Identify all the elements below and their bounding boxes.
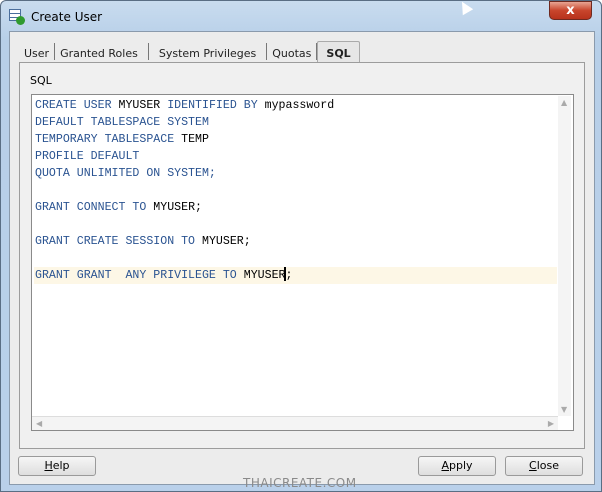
window-close-button[interactable]: x [549, 1, 592, 20]
help-label: elp [52, 459, 70, 472]
app-icon [9, 9, 25, 25]
sql-line [34, 216, 557, 233]
sql-line: PROFILE DEFAULT [34, 148, 557, 165]
close-button[interactable]: Close [505, 456, 583, 476]
sql-line: GRANT CONNECT TO MYUSER; [34, 199, 557, 216]
sql-code[interactable]: CREATE USER MYUSER IDENTIFIED BY mypassw… [34, 97, 557, 284]
sql-line: TEMPORARY TABLESPACE TEMP [34, 131, 557, 148]
sql-line: GRANT CREATE SESSION TO MYUSER; [34, 233, 557, 250]
sql-keyword: GRANT CREATE SESSION TO [35, 235, 202, 248]
tab-user[interactable]: User [19, 43, 56, 60]
sql-identifier: MYUSER; [201, 235, 251, 248]
sql-keyword: QUOTA UNLIMITED ON SYSTEM; [35, 167, 216, 180]
sql-identifier: ; [285, 269, 293, 282]
help-button[interactable]: Help [18, 456, 96, 476]
help-mnemonic: H [44, 459, 53, 472]
tab-granted-roles[interactable]: Granted Roles [55, 43, 149, 60]
sql-identifier: MYUSER; [153, 201, 202, 214]
tab-sql[interactable]: SQL [317, 41, 360, 62]
sql-keyword: CREATE USER [35, 99, 119, 112]
sql-line: DEFAULT TABLESPACE SYSTEM [34, 114, 557, 131]
sql-keyword: TEMPORARY TABLESPACE [35, 133, 182, 146]
sql-keyword: IDENTIFIED BY [167, 99, 265, 112]
sql-label: SQL [30, 74, 52, 87]
close-mnemonic: C [529, 459, 537, 472]
title-bar: Create User [9, 7, 102, 27]
sql-keyword: GRANT CONNECT TO [35, 201, 154, 214]
sql-line [34, 250, 557, 267]
sql-identifier: MYUSER [243, 269, 286, 282]
watermark: THAICREATE.COM [243, 476, 357, 490]
tab-quotas[interactable]: Quotas [267, 43, 318, 60]
scroll-up-icon[interactable]: ▲ [561, 98, 567, 107]
sql-identifier: mypassword [264, 99, 335, 112]
tab-system-privileges[interactable]: System Privileges [149, 43, 268, 60]
sql-line [34, 182, 557, 199]
sql-keyword: PROFILE DEFAULT [35, 150, 140, 163]
sql-keyword: DEFAULT TABLESPACE SYSTEM [35, 116, 209, 129]
vertical-scrollbar[interactable]: ▲ ▼ [558, 96, 571, 416]
window-title: Create User [31, 10, 103, 24]
apply-button[interactable]: Apply [418, 456, 496, 476]
sql-line: GRANT GRANT ANY PRIVILEGE TO MYUSER; [34, 267, 557, 284]
sql-editor[interactable]: CREATE USER MYUSER IDENTIFIED BY mypassw… [31, 94, 574, 431]
apply-label: pply [449, 459, 473, 472]
sql-identifier: TEMP [181, 133, 209, 146]
horizontal-scrollbar[interactable]: ◀ ▶ [32, 416, 558, 430]
apply-mnemonic: A [441, 459, 449, 472]
scroll-down-icon[interactable]: ▼ [561, 405, 567, 414]
sql-line: CREATE USER MYUSER IDENTIFIED BY mypassw… [34, 97, 557, 114]
scroll-left-icon[interactable]: ◀ [36, 419, 42, 428]
sql-line: QUOTA UNLIMITED ON SYSTEM; [34, 165, 557, 182]
mouse-cursor-icon [456, 0, 474, 16]
tab-bar: User Granted Roles System Privileges Quo… [19, 41, 360, 62]
sql-keyword: GRANT GRANT ANY PRIVILEGE TO [35, 269, 244, 282]
sql-identifier: MYUSER [118, 99, 168, 112]
close-label: lose [536, 459, 559, 472]
scroll-right-icon[interactable]: ▶ [548, 419, 554, 428]
